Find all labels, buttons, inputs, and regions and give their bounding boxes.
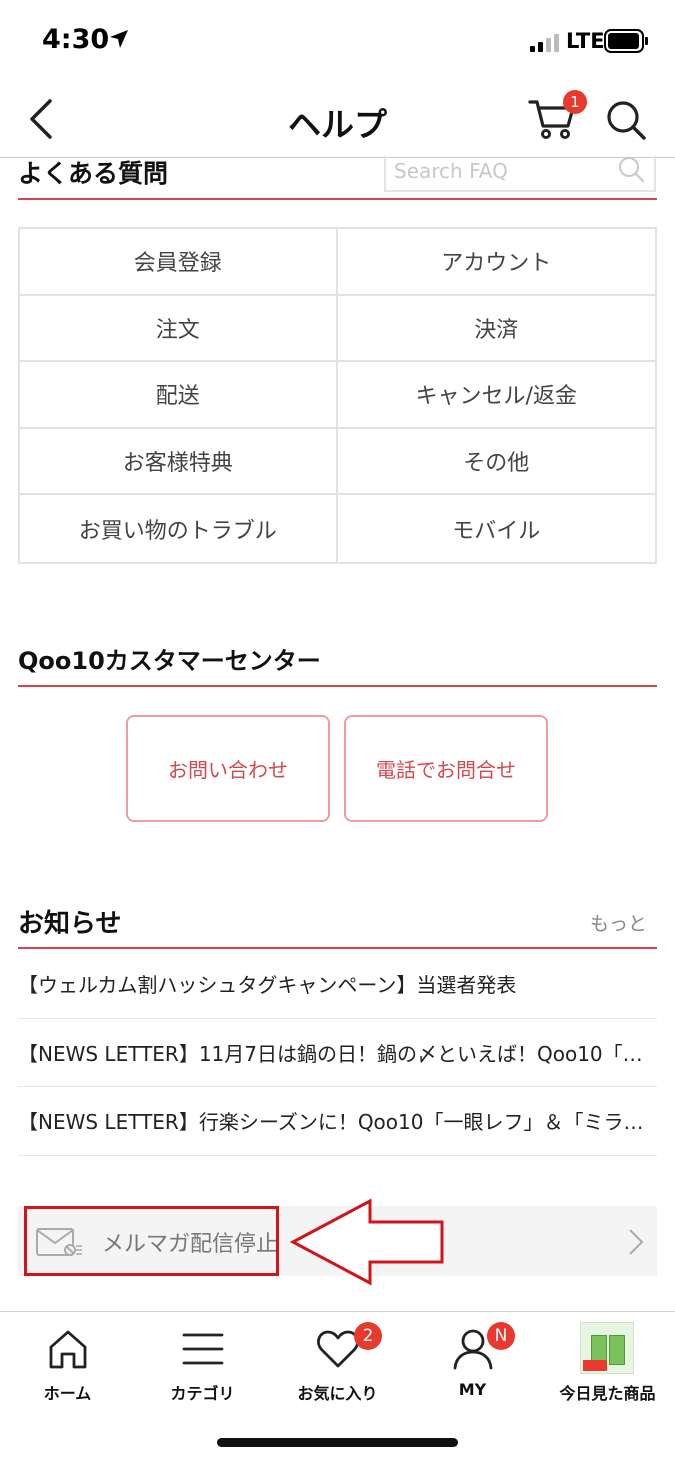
faq-category-order[interactable]: 注文 bbox=[20, 295, 338, 363]
location-arrow-icon bbox=[110, 30, 128, 48]
notice-item-text: 【ウェルカム割ハッシュタグキャンペーン】当選者発表 bbox=[18, 973, 517, 998]
tab-recently-viewed[interactable]: 今日見た商品 bbox=[540, 1312, 675, 1412]
home-icon bbox=[49, 1330, 87, 1369]
faq-category-account[interactable]: アカウント bbox=[337, 229, 655, 296]
tab-my[interactable]: N MY bbox=[405, 1312, 540, 1412]
customer-center-divider bbox=[18, 685, 657, 687]
menu-icon bbox=[182, 1333, 224, 1365]
notice-list: 【ウェルカム割ハッシュタグキャンペーン】当選者発表 【NEWS LETTER】1… bbox=[18, 950, 657, 1156]
notice-item-text: 【NEWS LETTER】行楽シーズンに！Qoo10「一眼レフ」＆「ミラーレス」… bbox=[18, 1110, 657, 1135]
notice-item[interactable]: 【ウェルカム割ハッシュタグキャンペーン】当選者発表 bbox=[18, 950, 657, 1019]
faq-search-icon[interactable] bbox=[616, 156, 646, 186]
tab-recently-viewed-label: 今日見た商品 bbox=[559, 1384, 656, 1403]
faq-category-other[interactable]: その他 bbox=[337, 429, 655, 496]
faq-category-payment[interactable]: 決済 bbox=[337, 296, 655, 363]
faq-category-cancel-refund[interactable]: キャンセル/返金 bbox=[337, 362, 655, 429]
faq-category-customer-benefits[interactable]: お客様特典 bbox=[20, 428, 338, 496]
notice-item-text: 【NEWS LETTER】11月7日は鍋の日！鍋の〆といえば！Qoo10「おすす… bbox=[18, 1041, 657, 1066]
tab-category[interactable]: カテゴリ bbox=[135, 1312, 270, 1412]
recent-product-thumbnail bbox=[580, 1322, 634, 1374]
tab-favorites[interactable]: 2 お気に入り bbox=[270, 1312, 405, 1412]
chevron-right-icon bbox=[629, 1229, 644, 1255]
network-type: LTE bbox=[566, 29, 605, 53]
faq-search-input[interactable] bbox=[394, 158, 614, 184]
status-bar: 4:30 LTE bbox=[0, 0, 675, 84]
notice-item[interactable]: 【NEWS LETTER】行楽シーズンに！Qoo10「一眼レフ」＆「ミラーレス」… bbox=[18, 1087, 657, 1156]
tab-home[interactable]: ホーム bbox=[0, 1312, 135, 1412]
faq-search-box bbox=[384, 156, 656, 192]
notices-divider bbox=[18, 947, 657, 949]
notices-more-link[interactable]: もっと bbox=[590, 909, 647, 936]
search-icon[interactable] bbox=[604, 98, 648, 142]
notice-item[interactable]: 【NEWS LETTER】11月7日は鍋の日！鍋の〆といえば！Qoo10「おすす… bbox=[18, 1019, 657, 1087]
tab-favorites-label: お気に入り bbox=[297, 1384, 378, 1403]
faq-category-member-registration[interactable]: 会員登録 bbox=[20, 229, 338, 296]
my-new-badge: N bbox=[487, 1322, 515, 1350]
annotation-highlight-box bbox=[24, 1206, 279, 1276]
cart-count-badge: 1 bbox=[563, 90, 587, 114]
faq-divider bbox=[18, 198, 657, 200]
status-time: 4:30 bbox=[42, 24, 110, 55]
contact-inquiry-button[interactable]: お問い合わせ bbox=[126, 715, 330, 822]
faq-category-shopping-trouble[interactable]: お買い物のトラブル bbox=[20, 495, 338, 562]
faq-category-grid: 会員登録 アカウント 注文 決済 配送 キャンセル/返金 お客様特典 その他 お… bbox=[18, 227, 657, 564]
faq-section-title: よくある質問 bbox=[18, 159, 169, 188]
tab-category-label: カテゴリ bbox=[170, 1384, 235, 1403]
tab-home-label: ホーム bbox=[43, 1384, 92, 1403]
battery-icon bbox=[604, 29, 648, 53]
faq-category-mobile[interactable]: モバイル bbox=[338, 495, 656, 562]
customer-center-title: Qoo10カスタマーセンター bbox=[18, 647, 321, 675]
notices-title: お知らせ bbox=[18, 909, 122, 939]
phone-inquiry-button[interactable]: 電話でお問合せ bbox=[344, 715, 548, 822]
annotation-arrow-icon bbox=[290, 1198, 444, 1286]
faq-category-shipping[interactable]: 配送 bbox=[20, 362, 338, 429]
home-indicator bbox=[217, 1438, 458, 1447]
signal-strength-icon bbox=[530, 32, 560, 52]
navigation-header: ヘルプ 1 bbox=[0, 84, 675, 158]
favorites-count-badge: 2 bbox=[354, 1322, 382, 1350]
tab-my-label: MY bbox=[458, 1380, 487, 1399]
